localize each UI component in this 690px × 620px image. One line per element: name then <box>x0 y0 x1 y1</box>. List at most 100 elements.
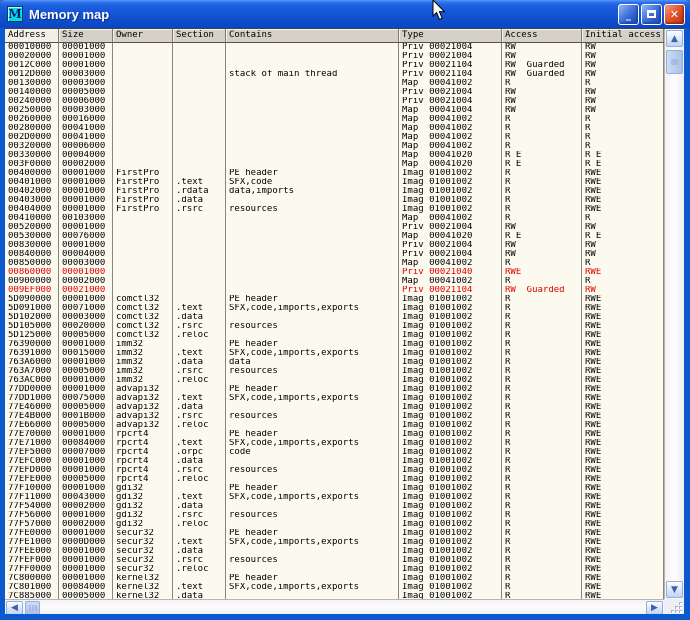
scroll-left-button[interactable]: ◀ <box>6 601 23 614</box>
table-row[interactable]: 0090000000002000Map 00041002RR <box>5 277 664 286</box>
table-row[interactable]: 77F5700000002000gdi32.relocImag 01001002… <box>5 520 664 529</box>
table-row[interactable]: 0083000000001000Priv 00021004RWRW <box>5 241 664 250</box>
table-row[interactable]: 0013000000003000Map 00041002RR <box>5 79 664 88</box>
table-row[interactable]: 0086000000001000Priv 00021040RWERWE <box>5 268 664 277</box>
minimize-button[interactable]: _ <box>618 4 639 25</box>
table-row[interactable]: 77E7000000001000rpcrt4PE headerImag 0100… <box>5 430 664 439</box>
close-button[interactable]: ✕ <box>664 4 685 25</box>
table-row[interactable]: 5D09100000071000comctl32.textSFX,code,im… <box>5 304 664 313</box>
column-header-access[interactable]: Access <box>502 29 582 43</box>
cell-address: 00140000 <box>5 88 59 97</box>
table-row[interactable]: 0024000000006000Priv 00021004RWRW <box>5 97 664 106</box>
table-row[interactable]: 0053000000076000Map 00041020R ER E <box>5 232 664 241</box>
table-row[interactable]: 0026000000016000Map 00041002RR <box>5 115 664 124</box>
table-row[interactable]: 77FE000000001000secur32PE headerImag 010… <box>5 529 664 538</box>
table-row[interactable]: 763A700000005000imm32.rsrcresourcesImag … <box>5 367 664 376</box>
table-row[interactable]: 77F1000000001000gdi32PE headerImag 01001… <box>5 484 664 493</box>
table-row[interactable]: 77FF000000001000secur32.relocImag 010010… <box>5 565 664 574</box>
table-row[interactable]: 7C88500000005000kernel32.dataImag 010010… <box>5 592 664 599</box>
cell-initial-access: RW <box>582 97 664 106</box>
table-row[interactable]: 0085000000003000Map 00041002RR <box>5 259 664 268</box>
table-row[interactable]: 0028000000041000Map 00041002RR <box>5 124 664 133</box>
vertical-scrollbar-thumb[interactable] <box>666 50 683 74</box>
scroll-right-button[interactable]: ▶ <box>646 601 663 614</box>
table-row[interactable]: 0033000000004000Map 00041020R ER E <box>5 151 664 160</box>
column-header-initial-access[interactable]: Initial access <box>582 29 664 43</box>
table-row[interactable]: 0032000000006000Map 00041002RR <box>5 142 664 151</box>
horizontal-scrollbar[interactable]: ◀ ▶ <box>5 599 664 614</box>
column-header-address[interactable]: Address <box>5 29 59 43</box>
table-row[interactable]: 0025000000003000Map 00041004RWRW <box>5 106 664 115</box>
table-row[interactable]: 7C80100000084000kernel32.textSFX,code,im… <box>5 583 664 592</box>
cell-initial-access: RWE <box>582 457 664 466</box>
table-row[interactable]: 763AC00000001000imm32.relocImag 01001002… <box>5 376 664 385</box>
table-row[interactable]: 0040300000001000FirstPro.dataImag 010010… <box>5 196 664 205</box>
vertical-scrollbar[interactable]: ▲ ▼ <box>664 29 684 599</box>
scroll-up-button[interactable]: ▲ <box>666 30 683 47</box>
table-row[interactable]: 77F5600000001000gdi32.rsrcresourcesImag … <box>5 511 664 520</box>
table-row[interactable]: 0084000000004000Priv 00021004RWRW <box>5 250 664 259</box>
table-row[interactable]: 77E4B0000001B000advapi32.rsrcresourcesIm… <box>5 412 664 421</box>
maximize-button[interactable] <box>641 4 662 25</box>
table-row[interactable]: 0041000000103000Map 00041002RR <box>5 214 664 223</box>
column-header-type[interactable]: Type <box>399 29 502 43</box>
table-row[interactable]: 77DD100000075000advapi32.textSFX,code,im… <box>5 394 664 403</box>
table-row[interactable]: 77E4600000005000advapi32.dataImag 010010… <box>5 403 664 412</box>
column-header-size[interactable]: Size <box>59 29 113 43</box>
table-row[interactable]: 77EFD00000001000rpcrt4.rsrcresourcesImag… <box>5 466 664 475</box>
cell-access: RW Guarded <box>502 286 582 295</box>
table-row[interactable]: 0002000000001000Priv 00021004RWRW <box>5 52 664 61</box>
table-row[interactable]: 5D10200000003000comctl32.dataImag 010010… <box>5 313 664 322</box>
table-row[interactable]: 009EF00000021000Priv 00021104RW GuardedR… <box>5 286 664 295</box>
cell-access: R <box>502 538 582 547</box>
cell-type: Map 00041020 <box>399 232 502 241</box>
table-row[interactable]: 77FEF00000001000secur32.rsrcresourcesIma… <box>5 556 664 565</box>
table-row[interactable]: 0040000000001000FirstProPE headerImag 01… <box>5 169 664 178</box>
table-row[interactable]: 7639000000001000imm32PE headerImag 01001… <box>5 340 664 349</box>
column-header-section[interactable]: Section <box>173 29 226 43</box>
table-row[interactable]: 77F1100000043000gdi32.textSFX,code,impor… <box>5 493 664 502</box>
table-row[interactable]: 77E6600000005000advapi32.relocImag 01001… <box>5 421 664 430</box>
cell-owner: FirstPro <box>113 187 173 196</box>
table-row[interactable]: 0040200000001000FirstPro.rdatadata,impor… <box>5 187 664 196</box>
table-row[interactable]: 5D09000000001000comctl32PE headerImag 01… <box>5 295 664 304</box>
cell-address: 00250000 <box>5 106 59 115</box>
cell-owner <box>113 241 173 250</box>
cell-section: .rsrc <box>173 412 226 421</box>
table-row[interactable]: 0014000000005000Priv 00021004RWRW <box>5 88 664 97</box>
table-row[interactable]: 0040100000001000FirstPro.textSFX,codeIma… <box>5 178 664 187</box>
table-row[interactable]: 7639100000015000imm32.textSFX,code,impor… <box>5 349 664 358</box>
table-row[interactable]: 0012D00000003000stack of main threadPriv… <box>5 70 664 79</box>
cell-type: Map 00041002 <box>399 124 502 133</box>
table-row[interactable]: 0052000000001000Priv 00021004RWRW <box>5 223 664 232</box>
table-row[interactable]: 002D000000041000Map 00041002RR <box>5 133 664 142</box>
table-row[interactable]: 77EFC00000001000rpcrt4.dataImag 01001002… <box>5 457 664 466</box>
table-row[interactable]: 77FE10000000D000secur32.textSFX,code,imp… <box>5 538 664 547</box>
table-row[interactable]: 77EF500000007000rpcrt4.orpccodeImag 0100… <box>5 448 664 457</box>
titlebar[interactable]: M Memory map _ ✕ <box>0 0 690 28</box>
table-row[interactable]: 5D10500000020000comctl32.rsrcresourcesIm… <box>5 322 664 331</box>
column-header-contains[interactable]: Contains <box>226 29 399 43</box>
cell-size: 00002000 <box>59 502 113 511</box>
table-row[interactable]: 77E7100000084000rpcrt4.textSFX,code,impo… <box>5 439 664 448</box>
scroll-down-button[interactable]: ▼ <box>666 581 683 598</box>
cell-access: R E <box>502 232 582 241</box>
table-row[interactable]: 5D12500000005000comctl32.relocImag 01001… <box>5 331 664 340</box>
table-row[interactable]: 0040400000001000FirstPro.rsrcresourcesIm… <box>5 205 664 214</box>
table-row[interactable]: 0012C00000001000Priv 00021104RW GuardedR… <box>5 61 664 70</box>
table-row[interactable]: 77F5400000002000gdi32.dataImag 01001002R… <box>5 502 664 511</box>
horizontal-scrollbar-thumb[interactable] <box>25 601 40 614</box>
cell-address: 76391000 <box>5 349 59 358</box>
cell-section: .reloc <box>173 475 226 484</box>
table-row[interactable]: 0001000000001000Priv 00021004RWRW <box>5 43 664 52</box>
table-row[interactable]: 003F000000002000Map 00041020R ER E <box>5 160 664 169</box>
resize-grip[interactable] <box>664 599 684 614</box>
table-row[interactable]: 77EFE00000005000rpcrt4.relocImag 0100100… <box>5 475 664 484</box>
cell-owner: rpcrt4 <box>113 457 173 466</box>
table-row[interactable]: 763A600000001000imm32.datadataImag 01001… <box>5 358 664 367</box>
column-header-owner[interactable]: Owner <box>113 29 173 43</box>
table-row[interactable]: 7C80000000001000kernel32PE headerImag 01… <box>5 574 664 583</box>
table-row[interactable]: 77FEE00000001000secur32.dataImag 0100100… <box>5 547 664 556</box>
cell-type: Imag 01001002 <box>399 448 502 457</box>
table-row[interactable]: 77DD000000001000advapi32PE headerImag 01… <box>5 385 664 394</box>
